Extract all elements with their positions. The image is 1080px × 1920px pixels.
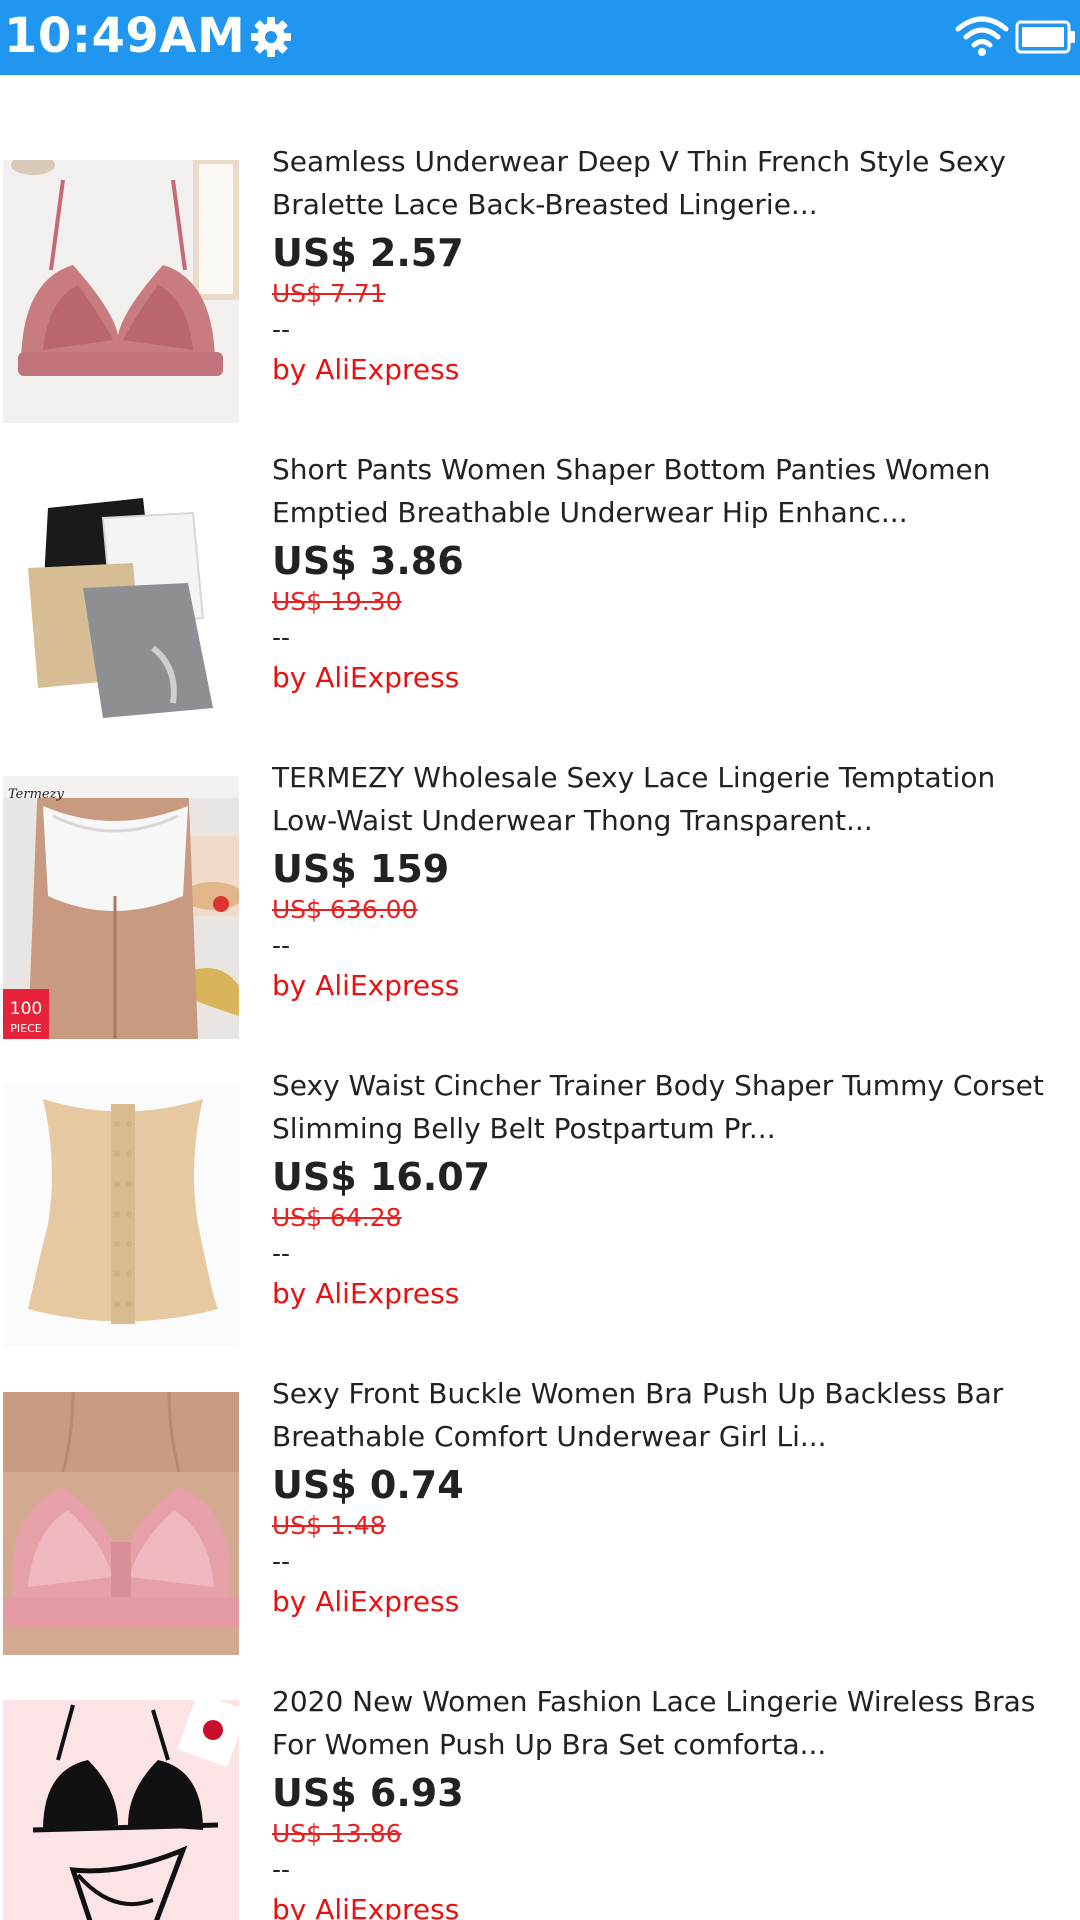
product-original-price: US$ 636.00 bbox=[272, 895, 418, 924]
battery-icon bbox=[1015, 20, 1075, 54]
product-price: US$ 16.07 bbox=[272, 1155, 491, 1199]
product-original-price: US$ 13.86 bbox=[272, 1819, 402, 1848]
product-title[interactable]: TERMEZY Wholesale Sexy Lace Lingerie Tem… bbox=[272, 756, 1072, 842]
product-rating: -- bbox=[272, 1239, 291, 1268]
product-original-price: US$ 1.48 bbox=[272, 1511, 386, 1540]
product-rating: -- bbox=[272, 1855, 291, 1884]
product-original-price: US$ 7.71 bbox=[272, 279, 386, 308]
product-original-price: US$ 19.30 bbox=[272, 587, 402, 616]
product-list[interactable]: Seamless Underwear Deep V Thin French St… bbox=[0, 75, 1080, 1920]
product-rating: -- bbox=[272, 315, 291, 344]
product-card[interactable]: Seamless Underwear Deep V Thin French St… bbox=[0, 75, 1080, 423]
product-title[interactable]: Sexy Waist Cincher Trainer Body Shaper T… bbox=[272, 1064, 1072, 1150]
product-info: Sexy Front Buckle Women Bra Push Up Back… bbox=[272, 1372, 1072, 1622]
product-info: Seamless Underwear Deep V Thin French St… bbox=[272, 140, 1072, 390]
product-seller[interactable]: by AliExpress bbox=[272, 1890, 1072, 1920]
product-info: 2020 New Women Fashion Lace Lingerie Wir… bbox=[272, 1680, 1072, 1920]
product-original-price: US$ 64.28 bbox=[272, 1203, 402, 1232]
product-rating: -- bbox=[272, 931, 291, 960]
product-info: Sexy Waist Cincher Trainer Body Shaper T… bbox=[272, 1064, 1072, 1314]
product-card[interactable]: Short Pants Women Shaper Bottom Panties … bbox=[0, 383, 1080, 731]
product-title[interactable]: 2020 New Women Fashion Lace Lingerie Wir… bbox=[272, 1680, 1072, 1766]
gear-icon bbox=[251, 17, 291, 57]
product-title[interactable]: Seamless Underwear Deep V Thin French St… bbox=[272, 140, 1072, 226]
product-card[interactable]: Sexy Waist Cincher Trainer Body Shaper T… bbox=[0, 999, 1080, 1347]
product-rating: -- bbox=[272, 1547, 291, 1576]
product-info: TERMEZY Wholesale Sexy Lace Lingerie Tem… bbox=[272, 756, 1072, 1006]
product-price: US$ 3.86 bbox=[272, 539, 464, 583]
product-price: US$ 0.74 bbox=[272, 1463, 464, 1507]
product-card[interactable]: Sexy Front Buckle Women Bra Push Up Back… bbox=[0, 1307, 1080, 1655]
product-info: Short Pants Women Shaper Bottom Panties … bbox=[272, 448, 1072, 698]
wifi-icon bbox=[955, 16, 1009, 56]
product-price: US$ 159 bbox=[272, 847, 450, 891]
product-image[interactable] bbox=[3, 1700, 239, 1920]
product-title[interactable]: Short Pants Women Shaper Bottom Panties … bbox=[272, 448, 1072, 534]
product-price: US$ 6.93 bbox=[272, 1771, 464, 1815]
status-bar: 10:49AM bbox=[0, 0, 1080, 75]
product-rating: -- bbox=[272, 623, 291, 652]
product-card[interactable]: 2020 New Women Fashion Lace Lingerie Wir… bbox=[0, 1615, 1080, 1920]
product-price: US$ 2.57 bbox=[272, 231, 464, 275]
product-card[interactable]: Termezy 100 PIECE TERMEZY Wholesale Sexy… bbox=[0, 691, 1080, 1039]
product-title[interactable]: Sexy Front Buckle Women Bra Push Up Back… bbox=[272, 1372, 1072, 1458]
svg-text:Termezy: Termezy bbox=[8, 787, 64, 802]
status-time: 10:49AM bbox=[4, 8, 246, 64]
